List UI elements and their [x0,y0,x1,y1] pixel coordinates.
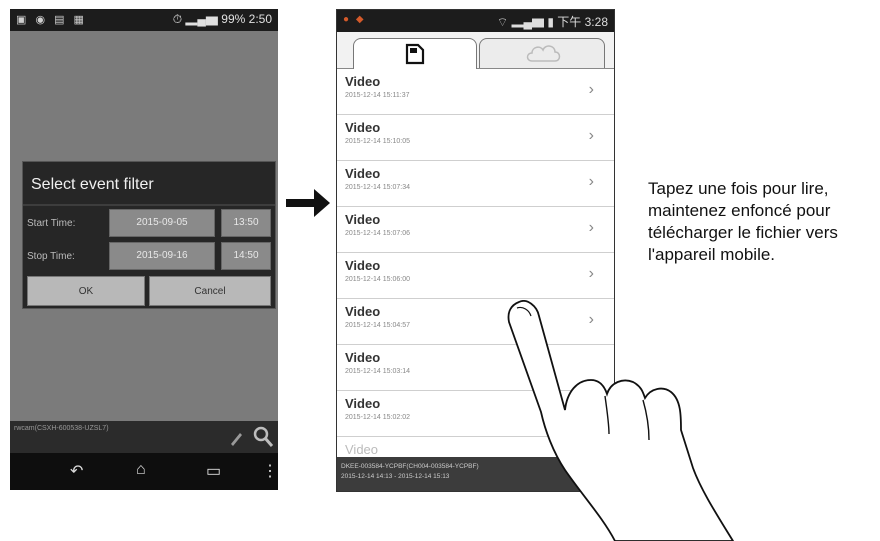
item-date: 2015-12-14 15:02:02 [345,414,410,421]
ok-button[interactable]: OK [27,276,145,306]
status-right: ⏱ ▂▄▆ 99% 2:50 [173,12,272,27]
divider [23,204,275,206]
tab-local-storage[interactable] [353,38,477,69]
item-title: Video [345,120,381,135]
item-title: Video [345,166,381,181]
dialog-title: Select event filter [31,176,154,193]
start-time-button[interactable]: 13:50 [221,209,271,237]
start-time-label: Start Time: [27,218,76,229]
item-date: 2015-12-14 15:07:06 [345,230,410,237]
camera-id: rwcam(CSXH-600538-UZSL7) [14,425,109,432]
item-date: 2015-12-14 15:07:34 [345,184,410,191]
back-icon[interactable]: ↶ [70,461,83,481]
list-item[interactable]: Video 2015-12-14 15:11:37 › [337,69,614,115]
time-range: 2015-12-14 14:13 - 2015-12-14 15:13 [341,473,450,480]
item-date: 2015-12-14 15:03:14 [345,368,410,375]
status-bar: ● ◆ ⌔ ▂▄▆ ▮ 下午 3:28 [337,10,614,32]
list-item[interactable]: Video 2015-12-14 15:10:05 › [337,115,614,161]
battery-icon: ▮ [547,15,554,29]
navigation-bar: ↶ ⌂ ▭ ⋮ [10,453,278,490]
start-date-button[interactable]: 2015-09-05 [109,209,215,237]
camera-footer: rwcam(CSXH-600538-UZSL7) [10,421,278,453]
camera-id: DKEE-003584-YCPBF(CH004-003584-YCPBF) [341,463,479,470]
alarm-icon: ⏱ [172,12,183,26]
item-title: Video [345,258,381,273]
menu-icon[interactable]: ⋮ [262,461,278,481]
list-item[interactable]: Video 2015-12-14 15:07:06 › [337,207,614,253]
sd-card-icon [405,43,425,65]
wifi-icon: ⌔ [496,15,509,29]
chevron-right-icon: › [588,173,594,190]
tab-cloud-storage[interactable] [479,38,605,68]
pencil-icon[interactable] [228,429,244,447]
cancel-button[interactable]: Cancel [149,276,271,306]
item-date: 2015-12-14 15:11:37 [345,92,410,99]
home-icon[interactable]: ⌂ [136,461,146,479]
item-title: Video [345,304,381,319]
item-title: Video [345,212,381,227]
item-title: Video [345,350,381,365]
notification-icons: ▣ ◉ ▤ ▦ [16,14,87,26]
item-title: Video [345,396,381,411]
cloud-icon [526,45,561,62]
status-time: 下午 3:28 [557,15,608,29]
recent-apps-icon[interactable]: ▭ [206,461,221,481]
signal-icon: ▂▄▆ [185,12,218,26]
list-item[interactable]: Video 2015-12-14 15:07:34 › [337,161,614,207]
item-date: 2015-12-14 15:10:05 [345,138,410,145]
phone-filter-screen: ▣ ◉ ▤ ▦ ⏱ ▂▄▆ 99% 2:50 Select event filt… [10,9,278,490]
status-right: ⌔ ▂▄▆ ▮ 下午 3:28 [497,13,608,30]
list-item[interactable]: Video 2015-12-14 15:06:00 › [337,253,614,299]
status-bar: ▣ ◉ ▤ ▦ ⏱ ▂▄▆ 99% 2:50 [10,9,278,31]
stop-time-button[interactable]: 14:50 [221,242,271,270]
arrow-right-icon [286,189,330,217]
event-filter-dialog: Select event filter Start Time: 2015-09-… [22,161,276,309]
item-title: Video [345,74,381,89]
chevron-right-icon: › [588,219,594,236]
chevron-right-icon: › [588,81,594,98]
hand-tap-icon [507,300,735,541]
notification-icons: ● ◆ [343,14,366,25]
item-date: 2015-12-14 15:06:00 [345,276,410,283]
item-date: 2015-12-14 15:04:57 [345,322,410,329]
battery-level: 99% [221,12,246,26]
chevron-right-icon: › [588,265,594,282]
search-icon[interactable] [252,425,274,449]
status-time: 2:50 [248,12,272,26]
item-title: Video [345,442,379,457]
signal-icon: ▂▄▆ [511,15,544,29]
chevron-right-icon: › [588,127,594,144]
stop-date-button[interactable]: 2015-09-16 [109,242,215,270]
tab-bar [337,32,614,69]
stop-time-label: Stop Time: [27,251,75,262]
instruction-text: Tapez une fois pour lire, maintenez enfo… [648,179,838,264]
